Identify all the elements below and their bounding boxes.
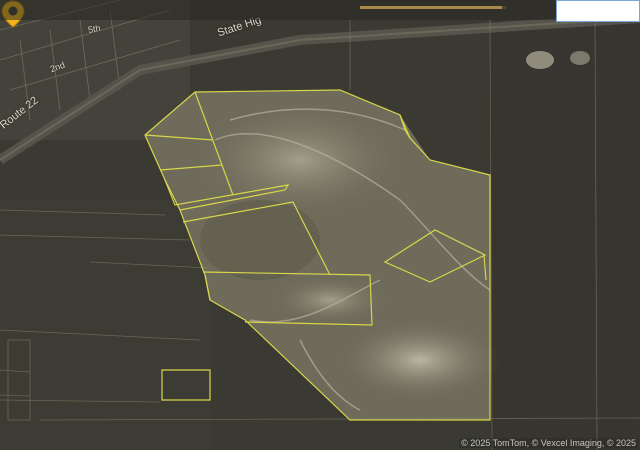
loading-progress-bar (360, 6, 506, 9)
satellite-layer (0, 0, 640, 450)
street-label: 5th (87, 22, 102, 36)
top-toolbar (0, 0, 640, 20)
loading-progress-fill (360, 6, 502, 9)
map-attribution: © 2025 TomTom, © Vexcel Imaging, © 2025 (459, 438, 638, 448)
search-box[interactable] (556, 0, 640, 22)
map-view[interactable]: Route 22 State Hig 5th 2nd (0, 0, 640, 450)
